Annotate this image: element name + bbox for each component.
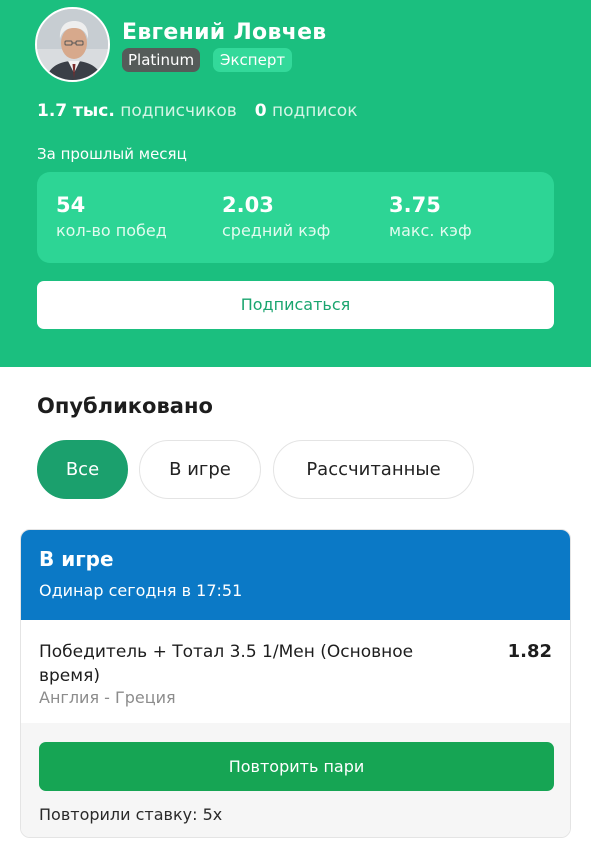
platinum-badge: Platinum [122,48,201,72]
stat-value: 3.75 [389,193,441,217]
follow-stats: 1.7 тыс. подписчиков 0 подписок [37,101,357,121]
repeat-bet-button[interactable]: Повторить пари [39,742,554,791]
stat-label: средний кэф [222,221,331,240]
filter-settled[interactable]: Рассчитанные [273,440,474,499]
stat-avg-odds: 2.03 средний кэф [222,192,330,242]
bet-status: В игре [39,547,114,571]
bet-card-footer: Повторить пари Повторили ставку: 5x [21,723,570,837]
repeat-count: Повторили ставку: 5x [39,805,223,824]
stat-wins: 54 кол-во побед [56,192,167,242]
stats-period: За прошлый месяц [37,145,187,163]
profile-name: Евгений Ловчев [122,20,327,45]
stat-label: кол-во побед [56,221,167,240]
filter-in-game[interactable]: В игре [139,440,261,499]
subscribe-button[interactable]: Подписаться [37,281,554,329]
stats-box: 54 кол-во побед 2.03 средний кэф 3.75 ма… [37,172,554,263]
bet-card-header: В игре Одинар сегодня в 17:51 [21,530,570,620]
subscribers-count[interactable]: 1.7 тыс. [37,101,115,121]
bet-match: Англия - Греция [39,688,176,707]
stat-value: 54 [56,193,86,217]
stat-value: 2.03 [222,193,274,217]
published-title: Опубликовано [37,394,213,418]
avatar[interactable] [35,7,110,82]
stat-max-odds: 3.75 макс. кэф [389,192,472,242]
bet-selection: Победитель + Тотал 3.5 1/Мен (Основное в… [39,642,414,686]
subscriptions-count[interactable]: 0 [255,101,267,121]
expert-badge: Эксперт [213,48,293,72]
stat-label: макс. кэф [389,221,472,240]
subscriptions-label[interactable]: подписок [272,101,357,121]
filter-all[interactable]: Все [37,440,128,499]
profile-header: Евгений Ловчев Platinum Эксперт 1.7 тыс.… [0,0,591,367]
subscribers-label[interactable]: подписчиков [120,101,237,121]
bet-card[interactable]: В игре Одинар сегодня в 17:51 Победитель… [20,529,571,838]
bet-type-time: Одинар сегодня в 17:51 [39,581,243,600]
bet-odds: 1.82 [507,641,552,662]
